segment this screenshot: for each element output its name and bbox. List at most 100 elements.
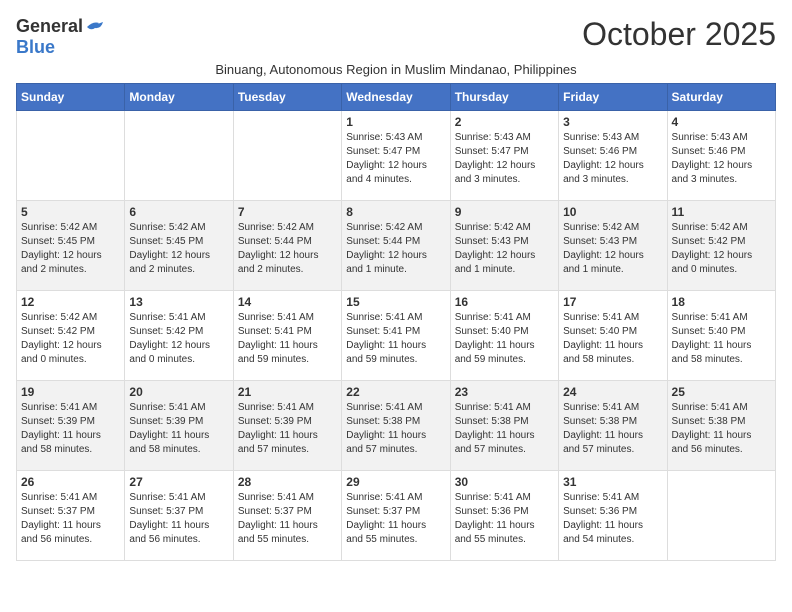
day-number: 15: [346, 295, 445, 309]
day-cell: 17Sunrise: 5:41 AM Sunset: 5:40 PM Dayli…: [559, 291, 667, 381]
day-number: 27: [129, 475, 228, 489]
logo-bird-icon: [85, 19, 105, 35]
day-info: Sunrise: 5:41 AM Sunset: 5:37 PM Dayligh…: [238, 491, 337, 547]
day-number: 19: [21, 385, 120, 399]
day-cell: 22 Sunrise: 5:41 AM Sunset: 5:38 PM Dayli…: [342, 381, 450, 471]
day-cell: 31 Sunrise: 5:41 AM Sunset: 5:36 PM Dayli…: [559, 471, 667, 561]
day-info: Sunrise: 5:43 AM Sunset: 5:46 PM Dayligh…: [672, 131, 771, 187]
day-number: 23: [455, 385, 554, 399]
day-cell: 27 Sunrise: 5:41 AM Sunset: 5:37 PM Dayli…: [125, 471, 233, 561]
header-cell-monday: Monday: [125, 84, 233, 111]
day-cell: 16 Sunrise: 5:41 AM Sunset: 5:40 PM Dayli…: [450, 291, 558, 381]
day-cell: 4Sunrise: 5:43 AM Sunset: 5:46 PM Daylig…: [667, 111, 775, 201]
day-info: Sunrise: 5:41 AM Sunset: 5:36 PM Dayligh…: [563, 491, 662, 547]
day-cell: 21 Sunrise: 5:41 AM Sunset: 5:39 PM Dayli…: [233, 381, 341, 471]
day-number: 18: [672, 295, 771, 309]
day-cell: [17, 111, 125, 201]
day-cell: 25 Sunrise: 5:41 AM Sunset: 5:38 PM Dayli…: [667, 381, 775, 471]
day-cell: 12 Sunrise: 5:42 AM Sunset: 5:42 PM Dayli…: [17, 291, 125, 381]
week-row-3: 12 Sunrise: 5:42 AM Sunset: 5:42 PM Dayli…: [17, 291, 776, 381]
day-info: Sunrise: 5:41 AM Sunset: 5:38 PM Dayligh…: [346, 401, 445, 457]
header-row: SundayMondayTuesdayWednesdayThursdayFrid…: [17, 84, 776, 111]
day-info: Sunrise: 5:41 AM Sunset: 5:38 PM Dayligh…: [455, 401, 554, 457]
day-info: Sunrise: 5:41 AM Sunset: 5:40 PM Dayligh…: [563, 311, 662, 367]
day-cell: 23 Sunrise: 5:41 AM Sunset: 5:38 PM Dayli…: [450, 381, 558, 471]
day-info: Sunrise: 5:41 AM Sunset: 5:39 PM Dayligh…: [238, 401, 337, 457]
calendar-body: 1 Sunrise: 5:43 AM Sunset: 5:47 PM Daylig…: [17, 111, 776, 561]
day-info: Sunrise: 5:42 AM Sunset: 5:42 PM Dayligh…: [21, 311, 120, 367]
day-cell: 6Sunrise: 5:42 AM Sunset: 5:45 PM Daylig…: [125, 201, 233, 291]
day-number: 2: [455, 115, 554, 129]
day-number: 1: [346, 115, 445, 129]
day-info: Sunrise: 5:43 AM Sunset: 5:47 PM Dayligh…: [455, 131, 554, 187]
day-cell: 13Sunrise: 5:41 AM Sunset: 5:42 PM Dayli…: [125, 291, 233, 381]
day-number: 8: [346, 205, 445, 219]
day-number: 25: [672, 385, 771, 399]
header-cell-saturday: Saturday: [667, 84, 775, 111]
day-cell: 11Sunrise: 5:42 AM Sunset: 5:42 PM Dayli…: [667, 201, 775, 291]
day-number: 20: [129, 385, 228, 399]
day-cell: 1 Sunrise: 5:43 AM Sunset: 5:47 PM Daylig…: [342, 111, 450, 201]
day-number: 31: [563, 475, 662, 489]
day-info: Sunrise: 5:42 AM Sunset: 5:43 PM Dayligh…: [563, 221, 662, 277]
header-cell-wednesday: Wednesday: [342, 84, 450, 111]
day-cell: 14Sunrise: 5:41 AM Sunset: 5:41 PM Dayli…: [233, 291, 341, 381]
day-number: 22: [346, 385, 445, 399]
day-info: Sunrise: 5:42 AM Sunset: 5:44 PM Dayligh…: [238, 221, 337, 277]
week-row-5: 26 Sunrise: 5:41 AM Sunset: 5:37 PM Dayli…: [17, 471, 776, 561]
day-number: 5: [21, 205, 120, 219]
week-row-2: 5 Sunrise: 5:42 AM Sunset: 5:45 PM Daylig…: [17, 201, 776, 291]
day-cell: 29 Sunrise: 5:41 AM Sunset: 5:37 PM Dayli…: [342, 471, 450, 561]
day-cell: 2 Sunrise: 5:43 AM Sunset: 5:47 PM Daylig…: [450, 111, 558, 201]
day-cell: 9Sunrise: 5:42 AM Sunset: 5:43 PM Daylig…: [450, 201, 558, 291]
day-cell: [233, 111, 341, 201]
header-cell-tuesday: Tuesday: [233, 84, 341, 111]
day-cell: [125, 111, 233, 201]
day-info: Sunrise: 5:41 AM Sunset: 5:37 PM Dayligh…: [129, 491, 228, 547]
day-cell: 7Sunrise: 5:42 AM Sunset: 5:44 PM Daylig…: [233, 201, 341, 291]
day-info: Sunrise: 5:41 AM Sunset: 5:39 PM Dayligh…: [21, 401, 120, 457]
day-number: 3: [563, 115, 662, 129]
title-area: October 2025: [105, 16, 776, 53]
logo-blue-text: Blue: [16, 37, 55, 58]
day-info: Sunrise: 5:41 AM Sunset: 5:37 PM Dayligh…: [21, 491, 120, 547]
day-number: 10: [563, 205, 662, 219]
day-info: Sunrise: 5:41 AM Sunset: 5:38 PM Dayligh…: [563, 401, 662, 457]
main-title: October 2025: [105, 16, 776, 53]
logo: General Blue: [16, 16, 105, 58]
day-cell: 20Sunrise: 5:41 AM Sunset: 5:39 PM Dayli…: [125, 381, 233, 471]
day-info: Sunrise: 5:41 AM Sunset: 5:40 PM Dayligh…: [455, 311, 554, 367]
day-info: Sunrise: 5:42 AM Sunset: 5:45 PM Dayligh…: [21, 221, 120, 277]
day-info: Sunrise: 5:41 AM Sunset: 5:42 PM Dayligh…: [129, 311, 228, 367]
day-info: Sunrise: 5:41 AM Sunset: 5:36 PM Dayligh…: [455, 491, 554, 547]
day-number: 29: [346, 475, 445, 489]
day-number: 9: [455, 205, 554, 219]
day-number: 21: [238, 385, 337, 399]
calendar-header: SundayMondayTuesdayWednesdayThursdayFrid…: [17, 84, 776, 111]
day-number: 16: [455, 295, 554, 309]
header-cell-thursday: Thursday: [450, 84, 558, 111]
day-cell: 3Sunrise: 5:43 AM Sunset: 5:46 PM Daylig…: [559, 111, 667, 201]
day-info: Sunrise: 5:41 AM Sunset: 5:41 PM Dayligh…: [346, 311, 445, 367]
day-info: Sunrise: 5:41 AM Sunset: 5:37 PM Dayligh…: [346, 491, 445, 547]
day-number: 6: [129, 205, 228, 219]
day-cell: 15 Sunrise: 5:41 AM Sunset: 5:41 PM Dayli…: [342, 291, 450, 381]
day-number: 12: [21, 295, 120, 309]
week-row-4: 19 Sunrise: 5:41 AM Sunset: 5:39 PM Dayli…: [17, 381, 776, 471]
day-cell: 5 Sunrise: 5:42 AM Sunset: 5:45 PM Daylig…: [17, 201, 125, 291]
day-cell: 19 Sunrise: 5:41 AM Sunset: 5:39 PM Dayli…: [17, 381, 125, 471]
calendar-table: SundayMondayTuesdayWednesdayThursdayFrid…: [16, 83, 776, 561]
header-cell-sunday: Sunday: [17, 84, 125, 111]
day-cell: 30 Sunrise: 5:41 AM Sunset: 5:36 PM Dayli…: [450, 471, 558, 561]
day-info: Sunrise: 5:41 AM Sunset: 5:38 PM Dayligh…: [672, 401, 771, 457]
day-info: Sunrise: 5:42 AM Sunset: 5:44 PM Dayligh…: [346, 221, 445, 277]
day-number: 11: [672, 205, 771, 219]
day-cell: 10 Sunrise: 5:42 AM Sunset: 5:43 PM Dayli…: [559, 201, 667, 291]
day-number: 30: [455, 475, 554, 489]
day-number: 24: [563, 385, 662, 399]
day-info: Sunrise: 5:43 AM Sunset: 5:47 PM Dayligh…: [346, 131, 445, 187]
logo-general-text: General: [16, 16, 83, 37]
day-cell: 24 Sunrise: 5:41 AM Sunset: 5:38 PM Dayli…: [559, 381, 667, 471]
header: General Blue October 2025: [16, 16, 776, 58]
day-number: 26: [21, 475, 120, 489]
